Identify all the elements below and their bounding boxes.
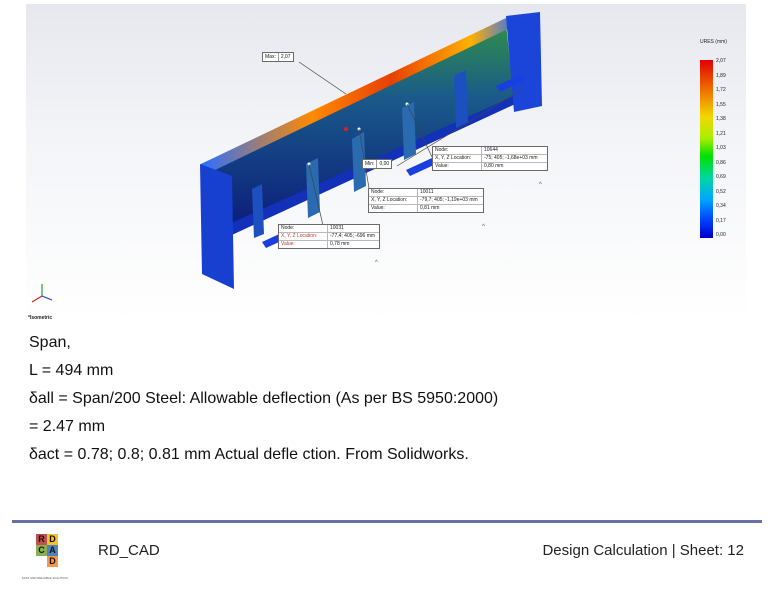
- text-line-allowable: δall = Span/200 Steel: Allowable deflect…: [29, 390, 499, 407]
- logo-cell-a: A: [47, 545, 58, 556]
- footer-divider: [12, 520, 762, 523]
- legend-label: 0,00: [716, 232, 726, 238]
- collapse-caret-icon[interactable]: ^: [539, 182, 542, 188]
- stiffener: [402, 102, 416, 160]
- legend-label: 1,03: [716, 145, 726, 151]
- legend-label: 1,38: [716, 116, 726, 122]
- stiffener: [454, 70, 468, 128]
- text-line-length: L = 494 mm: [29, 362, 114, 379]
- legend-label: 1,89: [716, 72, 726, 79]
- logo-cell-c: C: [36, 545, 47, 556]
- legend-label: 1,21: [716, 130, 726, 137]
- max-marker: [344, 127, 348, 131]
- text-line-span: Span,: [29, 334, 71, 351]
- legend-label: 0,52: [716, 188, 726, 195]
- logo-tagline: FAST AND RELIABLE SOLUTION: [22, 576, 68, 580]
- legend-title: URES (mm): [700, 39, 727, 45]
- probe-box[interactable]: Node: 10011 X, Y, Z Location: -79,7; 405; …: [368, 188, 484, 213]
- text-line-allowable-value: = 2.47 mm: [29, 418, 106, 435]
- legend-label: 0,69: [716, 174, 726, 180]
- stiffener: [306, 158, 320, 218]
- logo-cell-r: R: [36, 534, 47, 545]
- legend-label: 2,07: [716, 58, 726, 64]
- legend-label: 0,34: [716, 203, 726, 209]
- legend-label: 0,86: [716, 159, 726, 166]
- logo-cell-d: D: [47, 534, 58, 545]
- stiffener: [252, 184, 264, 238]
- legend-label: 0,17: [716, 217, 726, 224]
- fea-results-viewport[interactable]: Max: 2,07 Min: 0,00 Node: 10644 X, Y, Z L…: [26, 4, 746, 322]
- max-value-tag[interactable]: Max: 2,07: [262, 52, 294, 62]
- text-line-actual: δact = 0.78; 0.8; 0.81 mm Actual defle c…: [29, 446, 469, 463]
- footer-sheet-label: Design Calculation | Sheet: 12: [542, 542, 744, 559]
- probe-box[interactable]: Node: 10644 X, Y, Z Location: -75; 405; -1…: [432, 146, 548, 171]
- rdcad-logo: R D C A D FAST AND RELIABLE SOLUTION: [22, 530, 84, 582]
- collapse-caret-icon[interactable]: ^: [375, 260, 378, 266]
- collapse-caret-icon[interactable]: ^: [482, 224, 485, 230]
- left-end-plate: [200, 164, 234, 289]
- legend-label: 1,55: [716, 101, 726, 108]
- probe-box[interactable]: Node: 10031 X, Y, Z Location: -77,4; 405; …: [278, 224, 380, 249]
- legend-label: 1,72: [716, 87, 726, 93]
- color-legend-bar: [700, 60, 713, 238]
- min-value-tag[interactable]: Min: 0,00: [362, 159, 393, 169]
- logo-cell-d2: D: [47, 556, 58, 567]
- orientation-triad-icon: [31, 284, 53, 303]
- footer-company-name: RD_CAD: [98, 542, 160, 559]
- view-orientation-label: *Isometric: [28, 315, 53, 321]
